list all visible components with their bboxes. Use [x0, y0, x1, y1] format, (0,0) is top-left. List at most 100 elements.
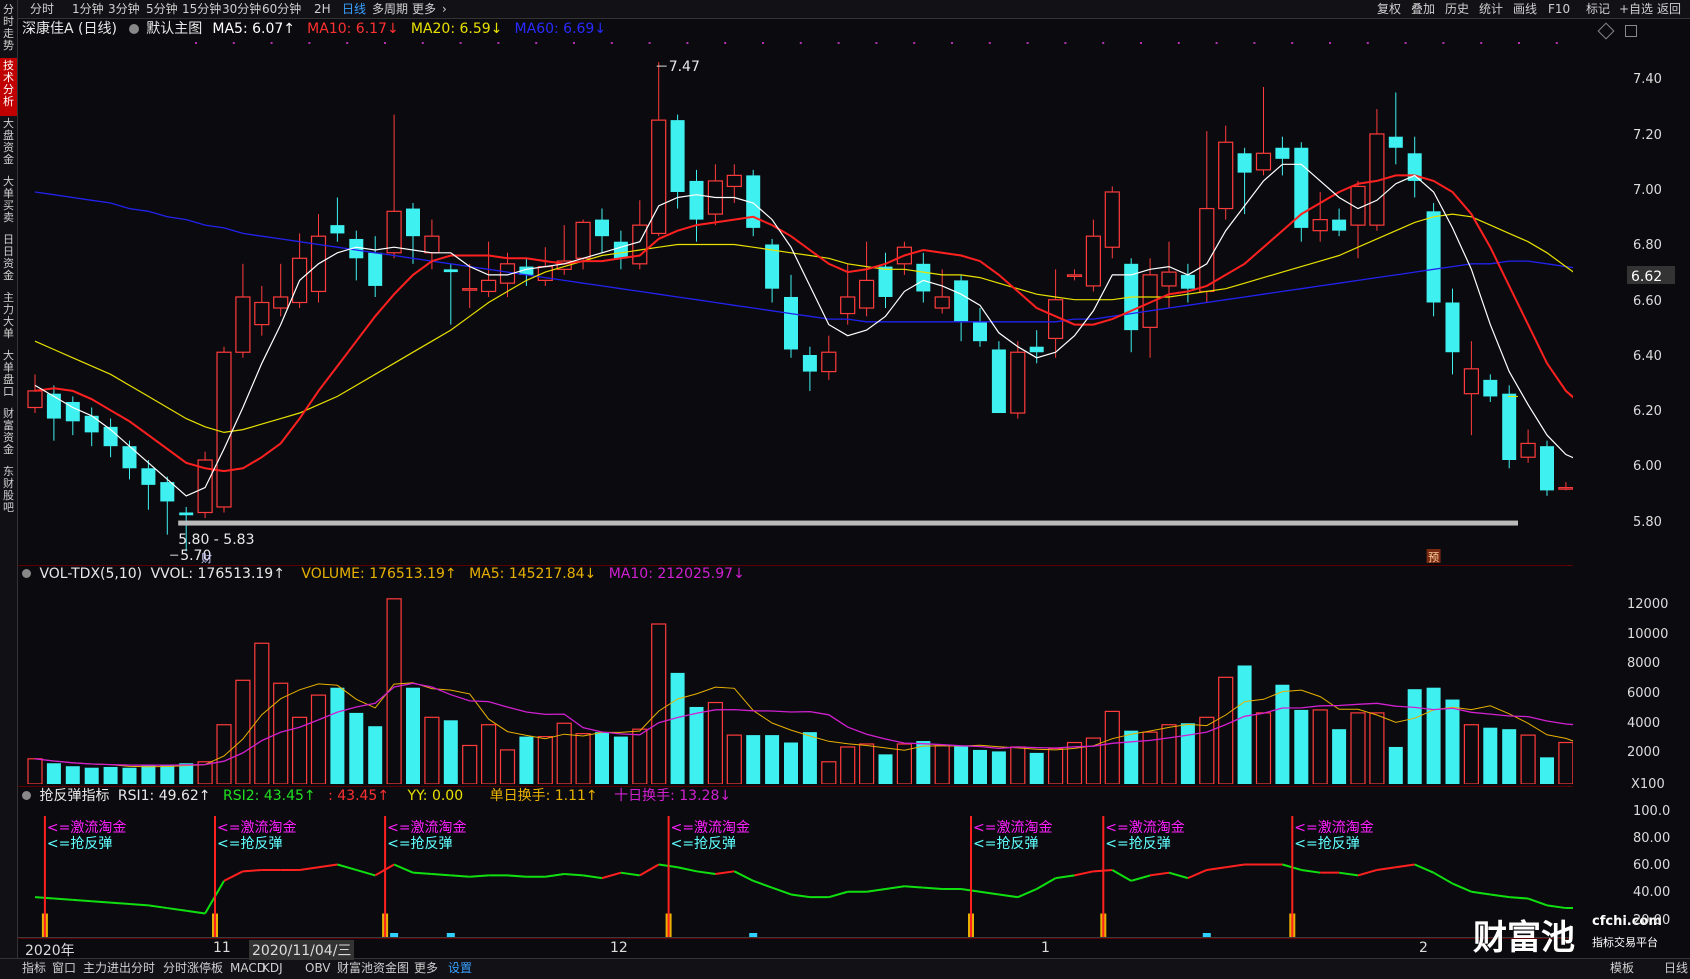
tool-5[interactable]: F10 — [1548, 0, 1570, 18]
volume-chart[interactable] — [18, 584, 1573, 784]
tool-8[interactable]: 返回 — [1657, 0, 1681, 18]
candle-up — [1218, 141, 1234, 210]
bottom-tab-7[interactable]: 财富池资金图 — [337, 958, 409, 978]
side-tab-1[interactable]: 技术分析 — [0, 58, 17, 116]
tool-2[interactable]: 历史 — [1445, 0, 1469, 18]
tab-10[interactable]: 更多 — [412, 0, 436, 18]
collapse-icon[interactable] — [22, 791, 31, 800]
side-tab-5[interactable]: 主力大单 — [0, 290, 17, 348]
candle-up — [821, 351, 837, 373]
tool-3[interactable]: 统计 — [1479, 0, 1503, 18]
candle-down — [141, 468, 156, 485]
bottom-tab-1[interactable]: 窗口 — [52, 958, 76, 978]
tab-0[interactable]: 分时 — [30, 0, 54, 18]
bottom-right-0[interactable]: 模板 — [1610, 958, 1634, 978]
signal-label-b: <=抢反弹 — [387, 835, 452, 852]
ind-title[interactable]: 抢反弹指标 — [39, 788, 109, 804]
rsi-segment — [1017, 888, 1038, 899]
tool-6[interactable]: 标记 — [1586, 0, 1610, 18]
candle-down — [1275, 147, 1290, 159]
tab-1[interactable]: 1分钟 — [72, 0, 104, 18]
candle-down — [954, 280, 969, 322]
candle-up — [1558, 487, 1573, 490]
side-tab-7[interactable]: 财富资金 — [0, 406, 17, 464]
volume-bar-up — [858, 743, 875, 784]
vol-tick-4: 4000 — [1627, 715, 1661, 731]
candle-up — [216, 351, 232, 508]
indicator-chart[interactable]: <=激流淘金<=抢反弹<=激流淘金<=抢反弹<=激流淘金<=抢反弹<=激流淘金<… — [18, 806, 1573, 938]
candle-up — [1161, 271, 1177, 287]
collapse-icon[interactable] — [22, 569, 31, 578]
bottom-right-1[interactable]: 日线 — [1664, 958, 1688, 978]
tool-0[interactable]: 复权 — [1377, 0, 1401, 18]
high-label: 7.47 — [669, 59, 700, 75]
tab-4[interactable]: 15分钟 — [182, 0, 221, 18]
bottom-tab-0[interactable]: 指标 — [22, 958, 46, 978]
rsi-segment — [1452, 882, 1472, 893]
date-label-2: 2020/11/04/三 — [249, 940, 355, 960]
tab-6[interactable]: 60分钟 — [262, 0, 301, 18]
rsi-segment — [53, 897, 73, 901]
tab-8[interactable]: 日线 — [342, 0, 366, 18]
bottom-tab-8[interactable]: 更多 — [414, 958, 438, 978]
volume-bar-down — [1407, 689, 1422, 784]
price-tick-6: 6.20 — [1633, 404, 1662, 420]
side-tab-4[interactable]: 日日资金 — [0, 232, 17, 290]
bottom-tab-3[interactable]: 分时涨停板 — [163, 958, 223, 978]
tab-5[interactable]: 30分钟 — [222, 0, 261, 18]
settings-icon[interactable] — [1597, 22, 1615, 40]
price-chart[interactable]: 7.475.80 - 5.835.706.11 - 6.14财预 — [18, 40, 1573, 565]
bottom-tab-9[interactable]: 设置 — [448, 958, 472, 978]
volume-bar-down — [406, 687, 420, 784]
template-label[interactable]: 默认主图 — [146, 21, 202, 37]
ind-tick-0: 100.0 — [1633, 803, 1671, 819]
side-tab-2[interactable]: 大盘资金 — [0, 116, 17, 174]
bottom-tab-5[interactable]: KDJ — [262, 958, 283, 978]
side-tab-3[interactable]: 大单买卖 — [0, 174, 17, 232]
rsi-segment — [129, 902, 149, 907]
rsi-segment — [1357, 868, 1378, 877]
tool-4[interactable]: 画线 — [1513, 0, 1537, 18]
rsi-segment — [167, 907, 187, 912]
candle-up — [273, 296, 289, 309]
volume-bar-up — [1218, 676, 1234, 784]
bottom-tab-6[interactable]: OBV — [305, 958, 331, 978]
tab-7[interactable]: 2H — [314, 0, 331, 18]
volume-bar-down — [141, 765, 156, 784]
top-dot — [724, 42, 727, 44]
top-dot — [497, 42, 500, 44]
tab-2[interactable]: 3分钟 — [108, 0, 140, 18]
candle-down — [84, 415, 99, 433]
tool-7[interactable]: +自选 — [1619, 0, 1653, 18]
side-tab-0[interactable]: 分时走势 — [0, 2, 17, 58]
candle-down — [973, 321, 987, 342]
more-arrow-icon[interactable]: › — [442, 0, 447, 18]
volume-bar-up — [424, 716, 440, 784]
vol-tick-3: 6000 — [1627, 686, 1661, 702]
ma60-value: MA60: 6.69↓ — [514, 21, 607, 37]
bottom-tab-2[interactable]: 主力进出分时 — [83, 958, 155, 978]
stock-name[interactable]: 深康佳A (日线) — [22, 21, 117, 37]
chart-controls — [1597, 22, 1638, 41]
vol-tick-5: 2000 — [1627, 745, 1661, 761]
date-label-3: 12 — [610, 940, 628, 956]
top-dot — [459, 42, 462, 44]
side-tab-6[interactable]: 大单盘口 — [0, 348, 17, 406]
tab-3[interactable]: 5分钟 — [146, 0, 178, 18]
tool-1[interactable]: 叠加 — [1411, 0, 1435, 18]
current-price-tag: 6.62 — [1627, 266, 1675, 285]
side-tab-8[interactable]: 东财股吧 — [0, 464, 17, 522]
volume-bar-up — [575, 733, 591, 784]
vol-title[interactable]: VOL-TDX(5,10) — [39, 566, 142, 582]
tab-9[interactable]: 多周期 — [372, 0, 408, 18]
template-icon[interactable] — [129, 24, 140, 34]
maximize-icon[interactable] — [1625, 25, 1638, 37]
volume-bar-up — [254, 642, 270, 784]
top-dot — [1404, 42, 1407, 44]
rsi-segment — [1546, 904, 1567, 910]
rsi-segment — [904, 885, 924, 889]
bottom-tab-4[interactable]: MACD — [230, 958, 266, 978]
top-dot — [988, 42, 991, 44]
top-dot — [1064, 42, 1067, 44]
candle-down — [368, 252, 383, 286]
